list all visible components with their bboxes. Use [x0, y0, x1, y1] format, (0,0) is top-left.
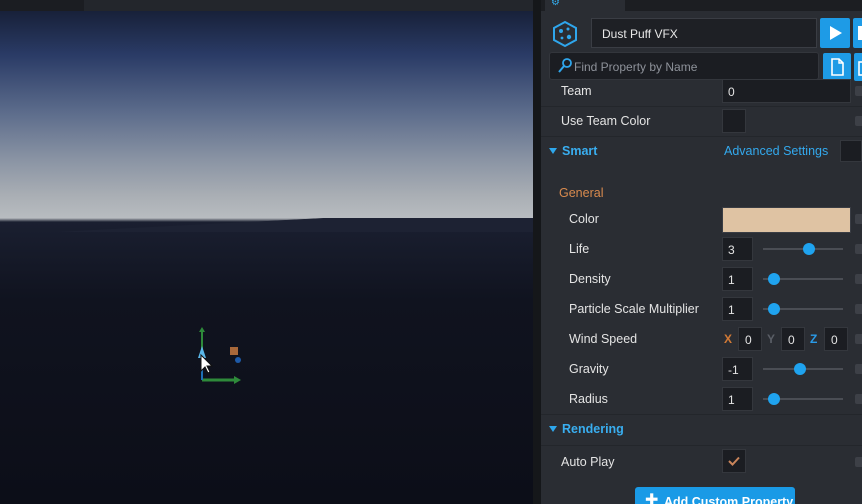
use-team-color-label: Use Team Color: [561, 114, 651, 128]
ground-plane-edge: [0, 218, 533, 232]
y-axis-arrow-icon[interactable]: [199, 327, 205, 332]
collapse-triangle-icon: [549, 148, 557, 154]
play-icon: [830, 26, 842, 40]
team-label: Team: [561, 84, 592, 98]
use-team-color-reset-handle[interactable]: [855, 116, 862, 126]
life-field[interactable]: 3: [722, 237, 753, 261]
properties-panel: ⚙ Dust Puff VFX Find Property by Name Te…: [533, 0, 862, 504]
gravity-row: Gravity -1: [541, 354, 862, 384]
object-name-field[interactable]: Dust Puff VFX: [591, 18, 817, 48]
use-team-color-row: Use Team Color: [541, 106, 862, 136]
density-row: Density 1: [541, 264, 862, 294]
plus-icon: ✚: [645, 492, 659, 504]
gravity-field[interactable]: -1: [722, 357, 753, 381]
play-preview-button[interactable]: [820, 18, 850, 48]
particle-scale-reset-handle[interactable]: [855, 304, 862, 314]
editor-window: ⚙ Dust Puff VFX Find Property by Name Te…: [0, 0, 862, 504]
team-row: Team 0: [541, 76, 862, 106]
radius-reset-handle[interactable]: [855, 394, 862, 404]
wind-y-axis-label: Y: [767, 332, 776, 346]
tab-properties[interactable]: ⚙: [545, 0, 625, 11]
vfx-object-icon: [553, 20, 577, 48]
wind-z-axis-label: Z: [810, 332, 818, 346]
radius-row: Radius 1: [541, 384, 862, 414]
density-field[interactable]: 1: [722, 267, 753, 291]
auto-play-label: Auto Play: [561, 455, 615, 469]
viewport-toolbar: [0, 0, 533, 11]
use-team-color-checkbox[interactable]: [722, 109, 746, 133]
panel-header: Dust Puff VFX: [541, 11, 862, 83]
stop-preview-button[interactable]: [853, 18, 862, 48]
transform-gizmo[interactable]: [190, 322, 250, 392]
auto-play-checkbox[interactable]: [722, 449, 746, 473]
wind-y-field[interactable]: 0: [781, 327, 805, 351]
gravity-label: Gravity: [569, 362, 609, 376]
radius-label: Radius: [569, 392, 608, 406]
particle-scale-slider-knob[interactable]: [768, 303, 781, 315]
color-reset-handle[interactable]: [855, 214, 862, 224]
particle-scale-field[interactable]: 1: [722, 297, 753, 321]
team-field[interactable]: 0: [722, 79, 851, 103]
particle-scale-row: Particle Scale Multiplier 1: [541, 294, 862, 324]
checkmark-icon: [728, 456, 740, 466]
radius-slider-knob[interactable]: [768, 393, 781, 405]
advanced-settings-toggle[interactable]: [840, 140, 862, 162]
wind-x-axis-label: X: [724, 332, 733, 346]
scene-viewport[interactable]: [0, 0, 533, 504]
rendering-section-title: Rendering: [562, 422, 624, 436]
wind-x-field[interactable]: 0: [738, 327, 762, 351]
smart-section-header[interactable]: Smart Advanced Settings: [541, 137, 862, 167]
gravity-slider-knob[interactable]: [793, 363, 806, 375]
panel-tab-bar: ⚙: [541, 0, 862, 11]
color-swatch[interactable]: [722, 207, 851, 233]
life-slider-knob[interactable]: [802, 243, 815, 255]
wind-speed-label: Wind Speed: [569, 332, 638, 346]
add-custom-property-button[interactable]: ✚ Add Custom Property: [635, 487, 795, 504]
radius-field[interactable]: 1: [722, 387, 753, 411]
properties-tab-icon: ⚙: [551, 0, 560, 8]
rendering-section-header[interactable]: Rendering: [541, 415, 862, 445]
team-reset-handle[interactable]: [855, 86, 862, 96]
density-slider-knob[interactable]: [768, 273, 781, 285]
advanced-settings-link[interactable]: Advanced Settings: [724, 144, 828, 158]
color-row: Color: [541, 204, 862, 234]
life-row: Life 3: [541, 234, 862, 264]
general-group-label: General: [559, 186, 604, 200]
density-reset-handle[interactable]: [855, 274, 862, 284]
particle-scale-label: Particle Scale Multiplier: [569, 302, 699, 316]
scale-handle-icon[interactable]: [230, 347, 238, 355]
density-label: Density: [569, 272, 611, 286]
life-reset-handle[interactable]: [855, 244, 862, 254]
smart-section-title: Smart: [562, 144, 598, 158]
wind-speed-reset-handle[interactable]: [855, 334, 862, 344]
rotate-handle-icon[interactable]: [235, 357, 241, 363]
color-label: Color: [569, 212, 599, 226]
search-icon: [558, 58, 572, 73]
auto-play-row: Auto Play: [541, 447, 862, 477]
add-custom-property-label: Add Custom Property: [664, 495, 794, 504]
auto-play-reset-handle[interactable]: [855, 457, 862, 467]
wind-z-field[interactable]: 0: [824, 327, 848, 351]
life-label: Life: [569, 242, 590, 256]
x-axis-arrow-icon[interactable]: [234, 376, 241, 384]
gravity-reset-handle[interactable]: [855, 364, 862, 374]
collapse-triangle-icon: [549, 426, 557, 432]
search-input[interactable]: [574, 57, 814, 77]
stop-icon: [858, 26, 862, 40]
wind-speed-row: Wind Speed X 0 Y 0 Z 0: [541, 324, 862, 354]
